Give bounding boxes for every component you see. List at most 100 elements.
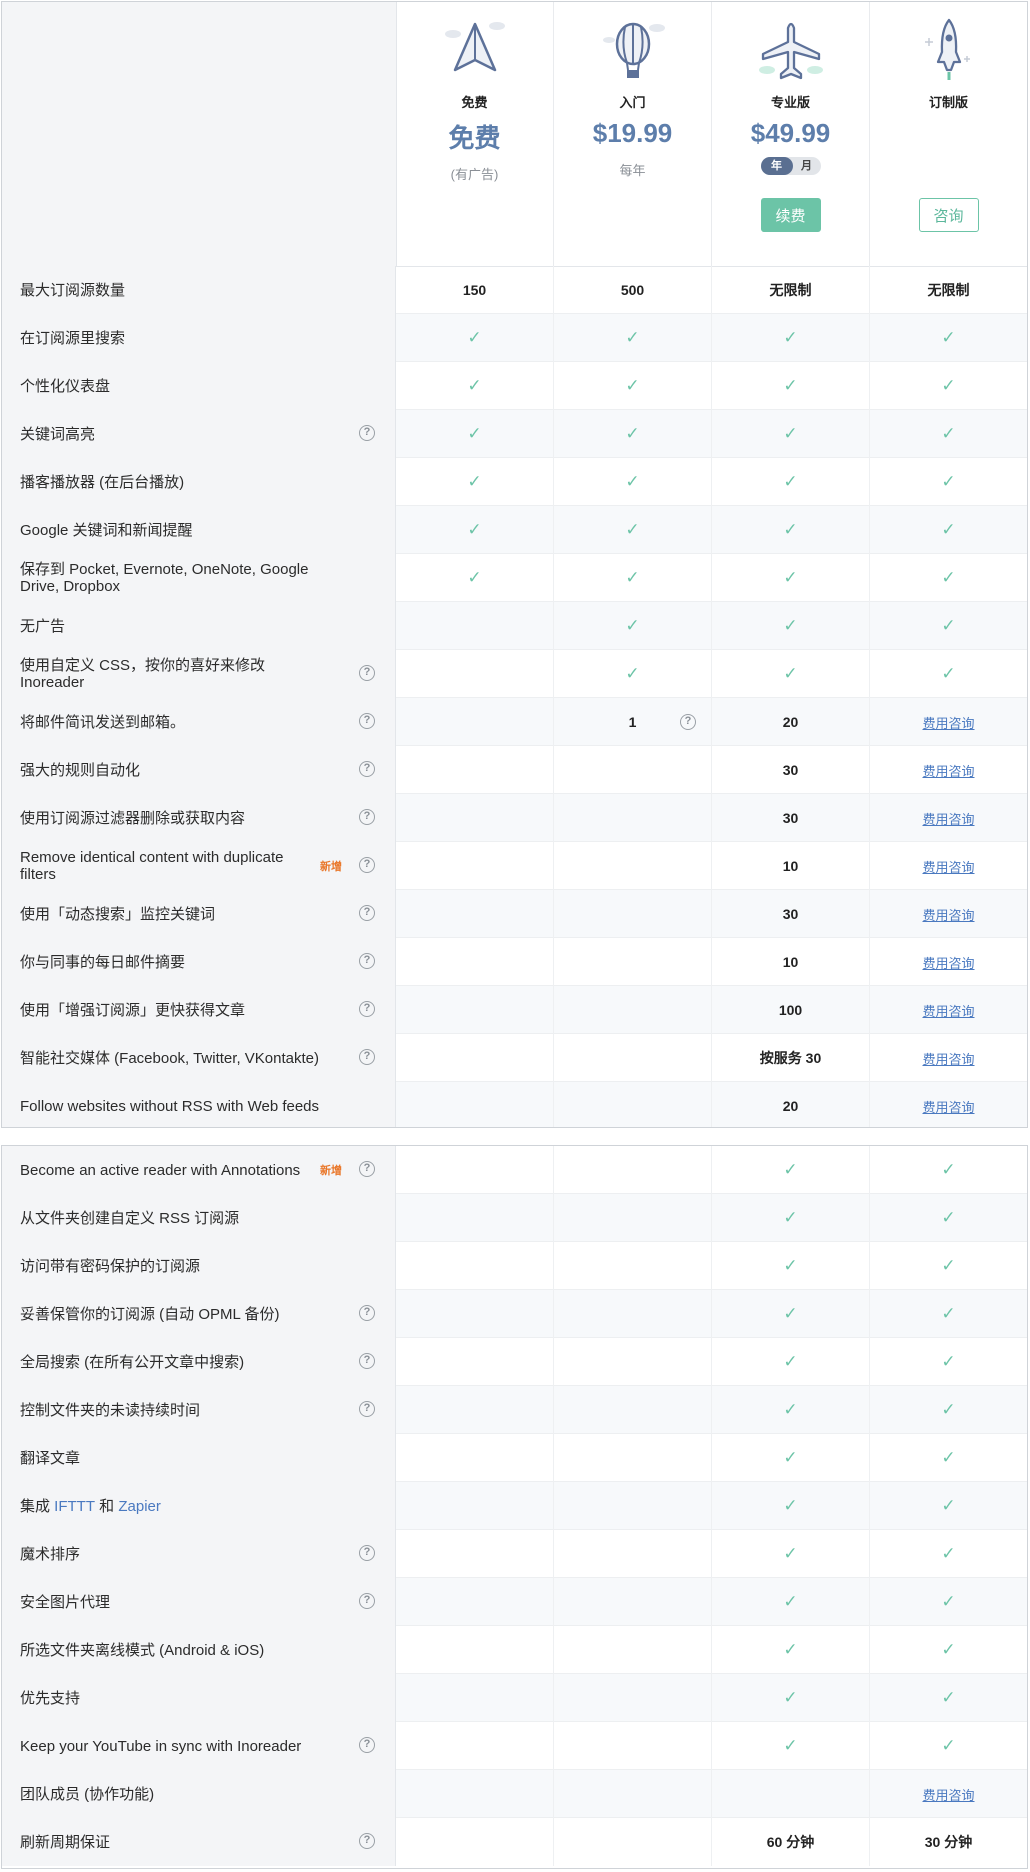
check-icon: ✓	[941, 1352, 956, 1371]
help-icon[interactable]: ?	[359, 665, 375, 681]
plan-value-cell: ✓	[712, 554, 870, 602]
plan-value-cell: 1?	[554, 698, 712, 746]
pricing-inquiry-link[interactable]: 费用咨询	[922, 713, 974, 732]
plan-billing-note: 每年	[619, 163, 646, 178]
help-icon[interactable]: ?	[680, 714, 696, 730]
new-badge: 新增	[320, 861, 342, 873]
feature-row: 强大的规则自动化? 30 费用咨询	[2, 746, 1027, 794]
help-icon[interactable]: ?	[359, 1545, 375, 1561]
pricing-inquiry-link[interactable]: 费用咨询	[922, 953, 974, 972]
check-icon: ✓	[625, 424, 640, 443]
plan-value-cell: ✓	[554, 554, 712, 602]
help-icon[interactable]: ?	[359, 1353, 375, 1369]
pricing-inquiry-link[interactable]: 费用咨询	[922, 809, 974, 828]
feature-label-cell: 安全图片代理?	[2, 1578, 396, 1626]
plan-value-cell: 60 分钟	[712, 1818, 870, 1866]
help-icon[interactable]: ?	[359, 1161, 375, 1177]
feature-name: 所选文件夹离线模式 (Android & iOS)	[20, 1641, 265, 1659]
header-spacer	[2, 2, 397, 266]
check-icon: ✓	[783, 1208, 798, 1227]
help-icon[interactable]: ?	[359, 809, 375, 825]
help-icon[interactable]: ?	[359, 953, 375, 969]
feature-name: 最大订阅源数量	[20, 281, 126, 299]
check-icon: ✓	[783, 1544, 798, 1563]
feature-label-cell: 魔术排序?	[2, 1530, 396, 1578]
hot-air-balloon-icon	[602, 22, 665, 78]
plan-value-cell: 20	[712, 698, 870, 746]
help-icon[interactable]: ?	[359, 761, 375, 777]
feature-label-cell: 强大的规则自动化?	[2, 746, 396, 794]
help-icon[interactable]: ?	[359, 1737, 375, 1753]
airplane-icon	[758, 22, 823, 80]
pricing-inquiry-link[interactable]: 费用咨询	[922, 1785, 974, 1804]
pricing-inquiry-link[interactable]: 费用咨询	[922, 1097, 974, 1116]
renew-button[interactable]: 续费	[760, 198, 821, 232]
help-icon[interactable]: ?	[359, 713, 375, 729]
help-icon[interactable]: ?	[359, 1833, 375, 1849]
plan-value-cell	[554, 1722, 712, 1770]
plan-value-cell: 500	[554, 266, 712, 314]
feature-label-cell: 最大订阅源数量	[2, 266, 396, 314]
toggle-year[interactable]: 年	[760, 157, 793, 175]
plan-value-cell	[554, 938, 712, 986]
feature-label-cell: 优先支持	[2, 1674, 396, 1722]
help-icon[interactable]: ?	[359, 857, 375, 873]
check-icon: ✓	[941, 1448, 956, 1467]
feature-name: 个性化仪表盘	[20, 377, 111, 395]
help-icon[interactable]: ?	[359, 1305, 375, 1321]
feature-row: 控制文件夹的未读持续时间? ✓ ✓	[2, 1386, 1027, 1434]
plan-note: (有广告)	[450, 167, 499, 182]
feature-name: 使用自定义 CSS，按你的喜好来修改 Inoreader	[20, 657, 266, 691]
pricing-inquiry-link[interactable]: 费用咨询	[922, 761, 974, 780]
check-icon: ✓	[783, 568, 798, 587]
feature-name: 保存到 Pocket, Evernote, OneNote, Google Dr…	[20, 561, 309, 595]
plan-value-cell: ✓	[712, 1242, 870, 1290]
plan-value: 10	[782, 954, 799, 970]
feature-row: 个性化仪表盘 ✓ ✓ ✓ ✓	[2, 362, 1027, 410]
plan-value-cell	[396, 1082, 554, 1127]
toggle-month[interactable]: 月	[795, 157, 819, 175]
help-icon[interactable]: ?	[359, 1049, 375, 1065]
plan-value-cell: ✓	[870, 362, 1027, 410]
feature-row: 无广告 ✓ ✓ ✓	[2, 602, 1027, 650]
feature-label-cell: 将邮件简讯发送到邮箱。?	[2, 698, 396, 746]
feature-row: 安全图片代理? ✓ ✓	[2, 1578, 1027, 1626]
integration-link[interactable]: IFTTT	[54, 1498, 95, 1515]
plan-value-cell: ✓	[870, 1722, 1027, 1770]
check-icon: ✓	[783, 424, 798, 443]
plan-value-cell: 10	[712, 938, 870, 986]
pricing-inquiry-link[interactable]: 费用咨询	[922, 1001, 974, 1020]
feature-name: 在订阅源里搜索	[20, 329, 126, 347]
pricing-inquiry-link[interactable]: 费用咨询	[922, 905, 974, 924]
feature-name: 安全图片代理	[20, 1593, 111, 1611]
plan-value-cell: ✓	[870, 314, 1027, 362]
feature-row: 播客播放器 (在后台播放) ✓ ✓ ✓ ✓	[2, 458, 1027, 506]
pricing-inquiry-link[interactable]: 费用咨询	[922, 857, 974, 876]
feature-row: 全局搜索 (在所有公开文章中搜索)? ✓ ✓	[2, 1338, 1027, 1386]
plan-value-cell	[396, 1290, 554, 1338]
plan-value-cell: ✓	[712, 650, 870, 698]
help-icon[interactable]: ?	[359, 1401, 375, 1417]
plan-value-cell	[396, 1482, 554, 1530]
plan-value-cell	[554, 1770, 712, 1818]
pricing-inquiry-link[interactable]: 费用咨询	[922, 1049, 974, 1068]
help-icon[interactable]: ?	[359, 905, 375, 921]
help-icon[interactable]: ?	[359, 1593, 375, 1609]
feature-label-cell: Google 关键词和新闻提醒	[2, 506, 396, 554]
consult-button[interactable]: 咨询	[918, 198, 979, 232]
feature-name: 从文件夹创建自定义 RSS 订阅源	[20, 1209, 240, 1227]
feature-label-cell: Follow websites without RSS with Web fee…	[2, 1082, 396, 1127]
check-icon: ✓	[783, 664, 798, 683]
check-icon: ✓	[783, 1688, 798, 1707]
plan-value-cell: ✓	[870, 410, 1027, 458]
integration-link[interactable]: Zapier	[118, 1498, 161, 1515]
help-icon[interactable]: ?	[359, 1001, 375, 1017]
help-icon[interactable]: ?	[359, 425, 375, 441]
feature-label-cell: 所选文件夹离线模式 (Android & iOS)	[2, 1626, 396, 1674]
feature-row: 智能社交媒体 (Facebook, Twitter, VKontakte)? 按服…	[2, 1034, 1027, 1082]
plan-value-cell: ✓	[712, 1674, 870, 1722]
plan-value-cell: ✓	[712, 1482, 870, 1530]
billing-period-toggle[interactable]: 年 月	[760, 157, 821, 175]
plan-value-cell: ✓	[712, 1722, 870, 1770]
check-icon: ✓	[783, 616, 798, 635]
